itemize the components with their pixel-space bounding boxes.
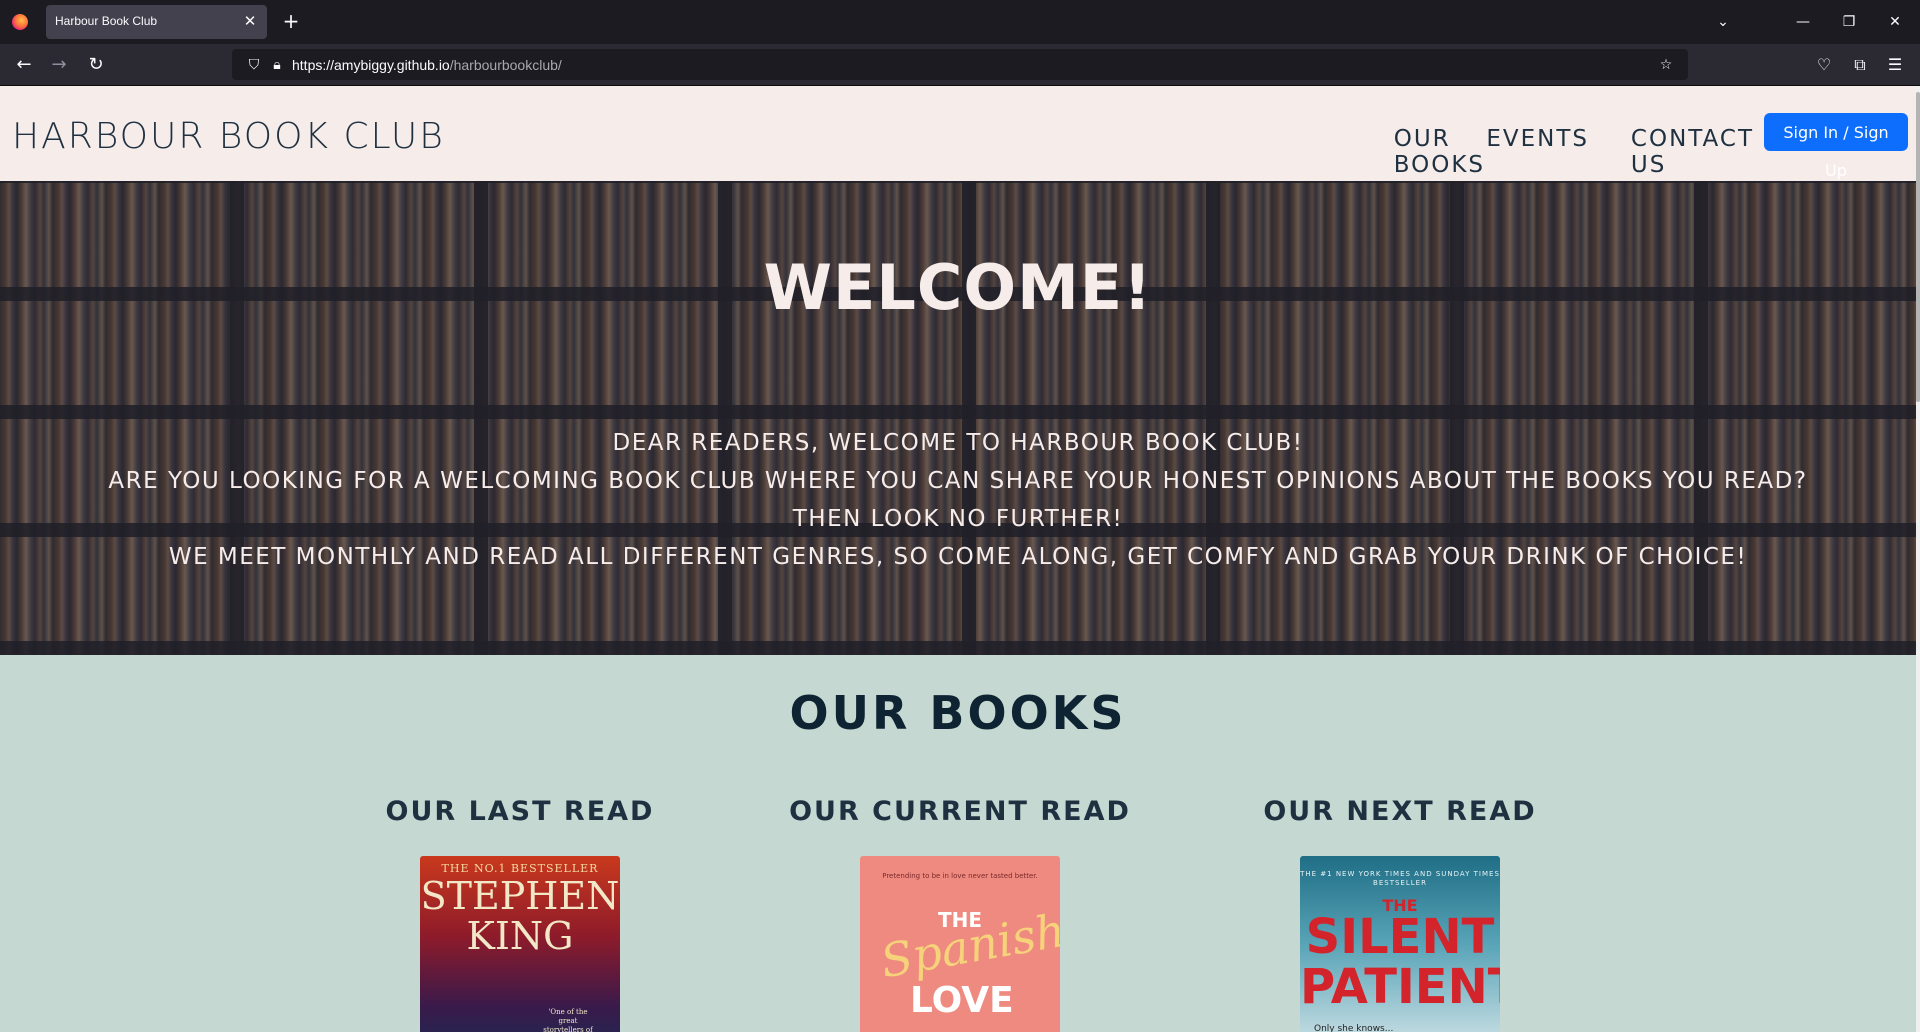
pocket-icon[interactable]: ♡ <box>1811 52 1837 78</box>
hero-title: WELCOME! <box>763 251 1153 324</box>
restore-icon[interactable]: ❐ <box>1826 0 1872 44</box>
nav-our-books[interactable]: OUR BOOKS <box>1394 126 1485 178</box>
hero-section: WELCOME! DEAR READERS, WELCOME TO HARBOU… <box>0 181 1916 655</box>
reload-icon[interactable]: ↻ <box>82 52 110 78</box>
forward-icon[interactable]: → <box>45 52 73 78</box>
nav-contact-us[interactable]: CONTACT US <box>1631 126 1754 178</box>
current-read-cover[interactable]: Pretending to be in love never tasted be… <box>860 856 1060 1032</box>
last-read-heading: OUR LAST READ <box>385 796 655 827</box>
star-icon[interactable]: ☆ <box>1656 55 1676 75</box>
tab-title: Harbour Book Club <box>55 14 158 28</box>
cover-text: 'One of the great storytellers of our ti… <box>543 1008 593 1032</box>
browser-tab[interactable]: Harbour Book Club ✕ <box>46 5 267 39</box>
site-brand[interactable]: HARBOUR BOOK CLUB <box>12 116 445 157</box>
hero-line: ARE YOU LOOKING FOR A WELCOMING BOOK CLU… <box>108 468 1808 494</box>
nav-events[interactable]: EVENTS <box>1486 126 1589 152</box>
address-bar[interactable]: ⛉ 🔒︎ https://amybiggy.github.io/harbourb… <box>232 49 1688 80</box>
menu-icon[interactable]: ☰ <box>1882 52 1908 78</box>
hero-text: DEAR READERS, WELCOME TO HARBOUR BOOK CL… <box>0 424 1916 576</box>
plus-icon[interactable]: + <box>280 10 302 32</box>
cover-text: SILENT PATIENT <box>1300 909 1500 1015</box>
books-section-title: OUR BOOKS <box>789 686 1127 740</box>
cover-text: STEPHEN KING <box>420 874 620 958</box>
url-text[interactable]: https://amybiggy.github.io/harbourbookcl… <box>292 57 562 73</box>
cover-text: THE #1 NEW YORK TIMES AND SUNDAY TIMES B… <box>1300 870 1500 887</box>
back-icon[interactable]: ← <box>10 52 38 78</box>
lock-icon[interactable]: 🔒︎ <box>267 55 287 75</box>
next-read-heading: OUR NEXT READ <box>1263 796 1537 827</box>
next-read-cover[interactable]: THE #1 NEW YORK TIMES AND SUNDAY TIMES B… <box>1300 856 1500 1032</box>
hero-line: THEN LOOK NO FURTHER! <box>792 506 1124 532</box>
site-header: HARBOUR BOOK CLUB OUR BOOKS EVENTS CONTA… <box>0 86 1920 181</box>
close-icon[interactable]: ✕ <box>241 12 259 30</box>
sign-in-button[interactable]: Sign In / Sign Up <box>1764 113 1908 180</box>
extensions-icon[interactable]: ⧉ <box>1847 52 1873 78</box>
scrollbar-thumb[interactable] <box>1916 92 1920 402</box>
hero-line: DEAR READERS, WELCOME TO HARBOUR BOOK CL… <box>612 430 1304 456</box>
url-host: https://amybiggy.github.io <box>292 57 450 73</box>
cover-text: Only she knows... <box>1314 1024 1394 1032</box>
hero-line: WE MEET MONTHLY AND READ ALL DIFFERENT G… <box>168 544 1748 570</box>
chevron-down-icon[interactable]: ⌄ <box>1700 0 1746 44</box>
cover-text: Pretending to be in love never tasted be… <box>882 872 1038 880</box>
browser-toolbar: ← → ↻ ⛉ 🔒︎ https://amybiggy.github.io/ha… <box>0 44 1920 86</box>
current-read-heading: OUR CURRENT READ <box>789 796 1131 827</box>
web-page: HARBOUR BOOK CLUB OUR BOOKS EVENTS CONTA… <box>0 86 1920 1032</box>
minimize-icon[interactable]: — <box>1780 0 1826 44</box>
browser-tab-bar: Harbour Book Club ✕ + ⌄ — ❐ ✕ <box>0 0 1920 44</box>
firefox-logo-icon[interactable] <box>12 14 28 30</box>
last-read-cover[interactable]: THE NO.1 BESTSELLER STEPHEN KING 'One of… <box>420 856 620 1032</box>
cover-text: LOVE <box>910 980 1014 1021</box>
close-window-icon[interactable]: ✕ <box>1872 0 1918 44</box>
url-path: /harbourbookclub/ <box>449 57 562 73</box>
shield-icon[interactable]: ⛉ <box>244 55 264 75</box>
scrollbar[interactable] <box>1916 86 1920 1032</box>
